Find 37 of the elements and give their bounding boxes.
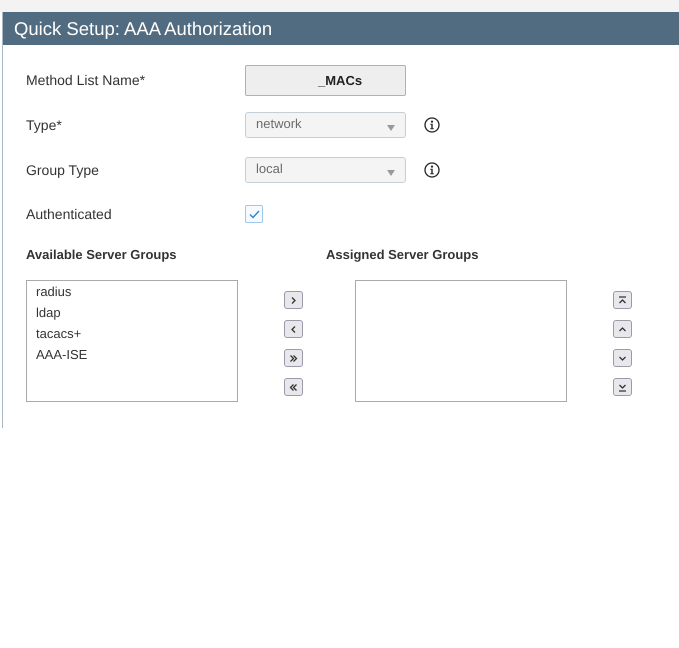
move-button[interactable] — [284, 378, 303, 396]
checkbox[interactable] — [245, 205, 263, 223]
move-to-top-icon — [618, 296, 627, 304]
move-button[interactable] — [284, 320, 303, 338]
checkmark-icon — [248, 210, 260, 218]
move-button[interactable] — [284, 291, 303, 309]
field-label: Type* — [26, 117, 63, 133]
move-to-bottom-icon — [618, 382, 627, 392]
dialog-title: Quick Setup: AAA Authorization — [14, 18, 272, 40]
list-item[interactable]: ldap — [27, 302, 237, 323]
double-chevron-right-icon — [289, 354, 298, 362]
field-label: Group Type — [26, 162, 100, 178]
list-item[interactable]: AAA-ISE — [27, 344, 237, 365]
chevron-down-icon — [618, 354, 627, 362]
caret-down-icon — [387, 170, 395, 176]
order-button[interactable] — [613, 291, 632, 309]
list-heading: Available Server Groups — [26, 247, 178, 262]
order-button[interactable] — [613, 349, 632, 367]
method-list-name-field[interactable]: _MACs — [245, 64, 406, 96]
chevron-right-icon — [289, 296, 298, 304]
field-label: Authenticated — [26, 206, 113, 222]
order-button[interactable] — [613, 378, 632, 396]
available-groups-listbox[interactable]: radius ldap tacacs+ AAA-ISE — [26, 280, 238, 402]
caret-down-icon — [387, 125, 395, 131]
double-chevron-left-icon — [289, 382, 298, 392]
list-heading: Assigned Server Groups — [326, 247, 478, 262]
order-button[interactable] — [613, 320, 632, 338]
chevron-left-icon — [289, 324, 298, 334]
move-button[interactable] — [284, 349, 303, 367]
dropdown-field[interactable]: network — [245, 112, 406, 138]
field-label: Method List Name* — [26, 72, 146, 88]
info-icon[interactable] — [424, 117, 440, 133]
list-item[interactable]: radius — [27, 281, 237, 302]
chevron-up-icon — [618, 324, 627, 334]
list-item[interactable]: tacacs+ — [27, 323, 237, 344]
info-icon[interactable] — [424, 162, 440, 178]
dropdown-field[interactable]: local — [245, 157, 406, 183]
